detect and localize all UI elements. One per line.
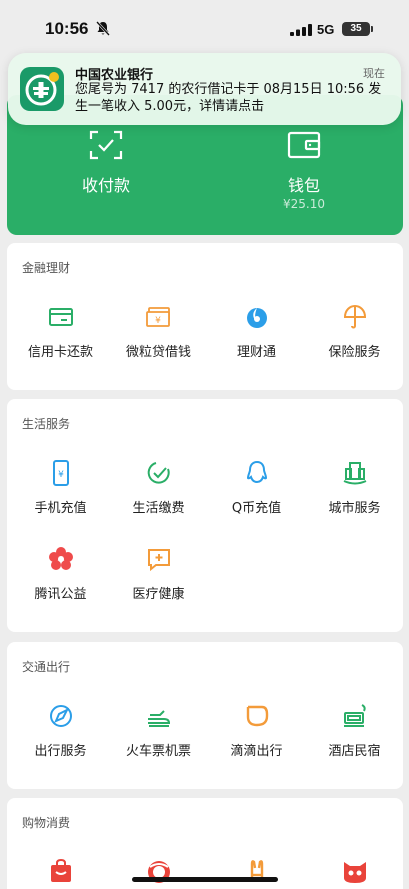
section-title: 生活服务: [22, 417, 71, 431]
wealth-item[interactable]: 理财通: [207, 304, 306, 360]
shopping-bag-icon: [50, 858, 71, 882]
micro-loan-item[interactable]: ¥ 微粒贷借钱: [109, 304, 208, 360]
section-title: 金融理财: [22, 261, 71, 275]
bank-notification[interactable]: 中国农业银行 现在 您尾号为 7417 的农行借记卡于 08月15日 10:56…: [8, 53, 401, 125]
section-life-services: 生活服务 ¥ 手机充值 生活缴费 Q币充值 城市服务 腾讯公益 医疗健康: [7, 399, 403, 632]
medical-icon: [147, 549, 170, 572]
grid-label: 出行服务: [34, 744, 87, 759]
grid-label: 理财通: [236, 345, 276, 360]
didi-icon: [246, 705, 268, 727]
home-indicator[interactable]: [132, 877, 278, 882]
grid-label: 微粒贷借钱: [125, 345, 191, 360]
medical-item[interactable]: 医疗健康: [109, 546, 208, 602]
credit-card-icon: [48, 308, 73, 326]
shopping-item[interactable]: [11, 858, 110, 884]
grid-label: 滴滴出行: [230, 744, 283, 759]
grid-label: 信用卡还款: [27, 345, 93, 360]
grid-label: 生活缴费: [132, 501, 185, 516]
grid-label: 手机充值: [34, 501, 87, 516]
section-title: 交通出行: [22, 660, 71, 674]
notification-body: 您尾号为 7417 的农行借记卡于 08月15日 10:56 发生一笔收入 5.…: [75, 82, 382, 114]
city-service-icon: [343, 462, 366, 485]
phone-recharge-item[interactable]: ¥ 手机充值: [11, 460, 110, 516]
utility-payment-item[interactable]: 生活缴费: [109, 460, 208, 516]
battery-icon: 35: [342, 22, 373, 36]
grid-label: 医疗健康: [132, 587, 185, 602]
status-bar: 10:56 5G 35: [0, 0, 409, 50]
utility-payment-icon: [147, 462, 170, 484]
grid-label: 保险服务: [328, 345, 381, 360]
qq-coin-item[interactable]: Q币充值: [207, 460, 306, 516]
scan-check-icon: [89, 130, 123, 160]
wallet-icon: [287, 131, 321, 159]
grid-label: 火车票机票: [125, 744, 191, 759]
abc-bank-logo: [20, 67, 64, 111]
section-finance: 金融理财 信用卡还款 ¥ 微粒贷借钱 理财通 保险服务: [7, 243, 403, 390]
city-service-item[interactable]: 城市服务: [305, 460, 404, 516]
travel-service-item[interactable]: 出行服务: [11, 703, 110, 759]
section-title: 购物消费: [22, 816, 71, 830]
charity-item[interactable]: 腾讯公益: [11, 546, 110, 602]
status-time: 10:56: [45, 19, 89, 38]
insurance-icon: [343, 304, 366, 329]
hotel-item[interactable]: 酒店民宿: [305, 703, 404, 759]
section-shopping: 购物消费: [7, 798, 403, 889]
bell-off-icon: [96, 21, 110, 36]
cat-icon: [343, 862, 366, 883]
wealth-icon: [246, 308, 267, 328]
grid-label: 城市服务: [328, 501, 381, 516]
train-flight-icon: [147, 710, 170, 727]
cat-item[interactable]: [305, 858, 404, 884]
didi-item[interactable]: 滴滴出行: [207, 703, 306, 759]
charity-icon: [48, 547, 73, 570]
receive-pay-label: 收付款: [81, 176, 130, 195]
grid-label: 腾讯公益: [34, 587, 87, 602]
train-flight-item[interactable]: 火车票机票: [109, 703, 208, 759]
wallet-label: 钱包: [287, 176, 320, 195]
travel-icon: [49, 705, 72, 727]
svg-text:¥: ¥: [155, 316, 161, 326]
wallet-balance: ¥25.10: [283, 197, 325, 211]
network-type: 5G: [317, 22, 335, 37]
phone-recharge-icon: ¥: [52, 460, 69, 486]
grid-label: 酒店民宿: [328, 744, 381, 759]
qq-coin-icon: [246, 460, 267, 484]
insurance-item[interactable]: 保险服务: [305, 304, 404, 360]
svg-text:¥: ¥: [58, 470, 64, 480]
grid-label: Q币充值: [231, 501, 282, 516]
loan-icon: ¥: [145, 307, 170, 327]
notification-time: 现在: [363, 67, 385, 80]
credit-card-repay-item[interactable]: 信用卡还款: [11, 304, 110, 360]
signal-icon: [290, 24, 312, 36]
abc-bank-logo-icon: [25, 72, 59, 106]
hotel-icon: [343, 704, 366, 727]
section-transport: 交通出行 出行服务 火车票机票 滴滴出行 酒店民宿: [7, 642, 403, 789]
